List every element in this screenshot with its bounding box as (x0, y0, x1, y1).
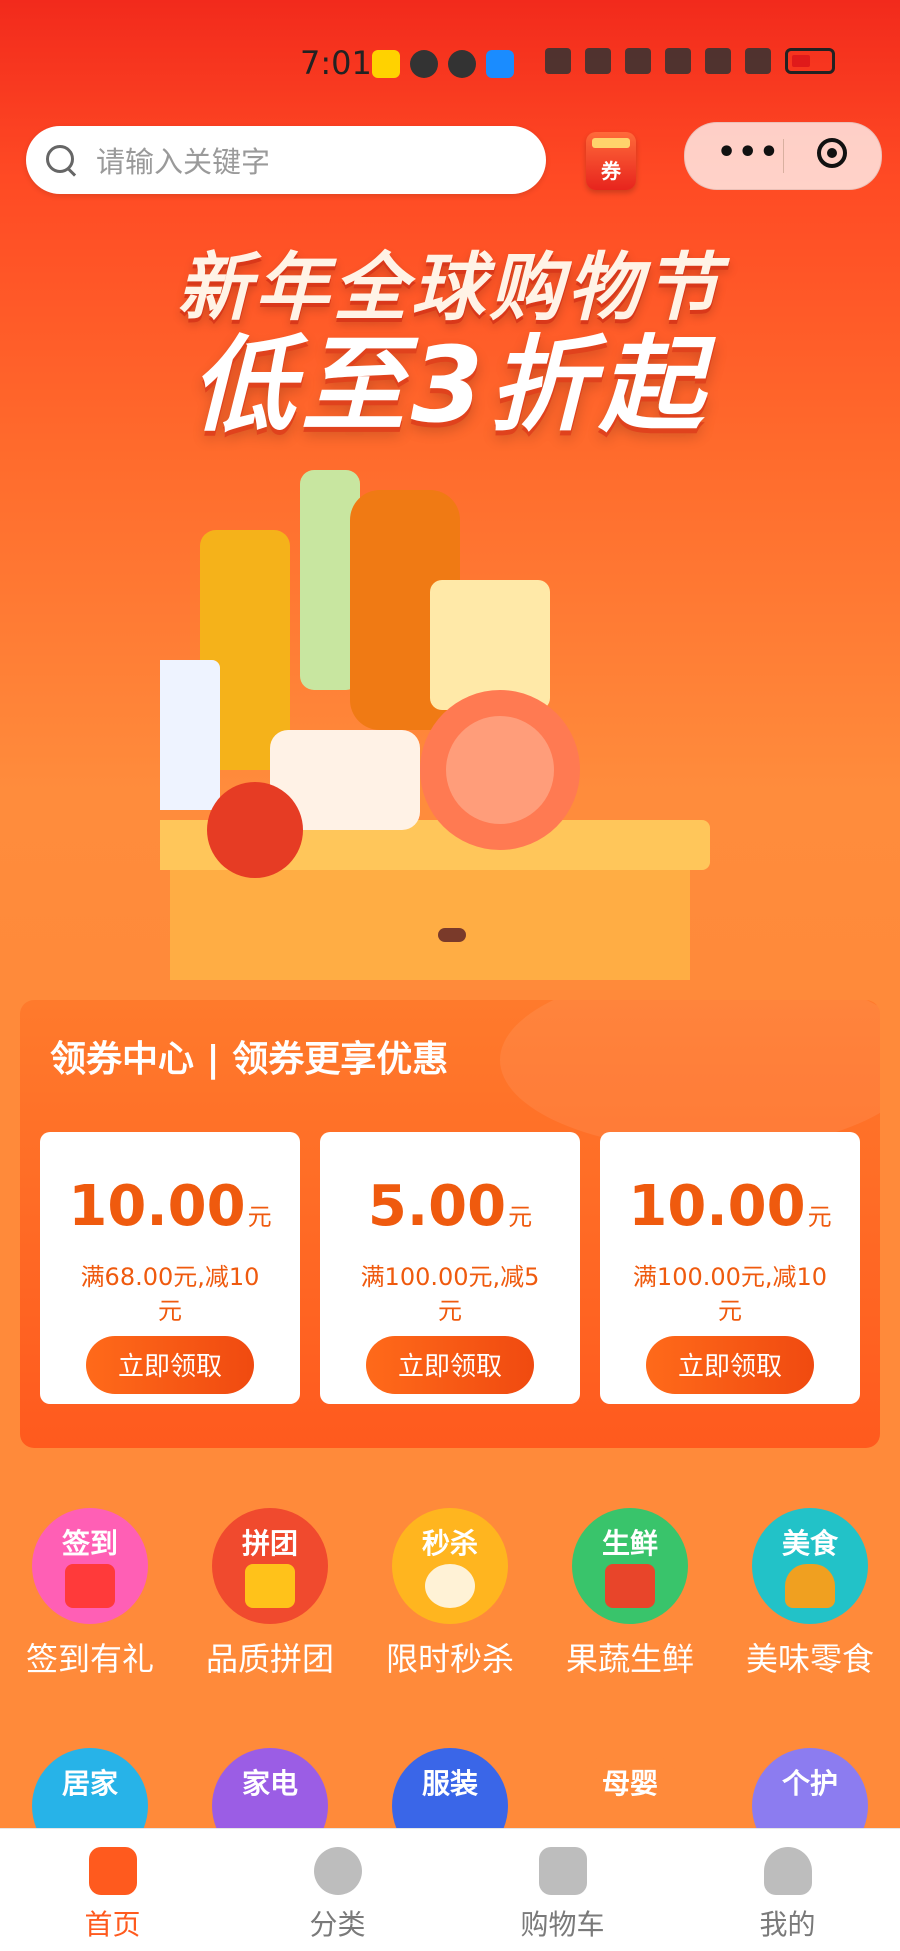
home-icon (88, 1847, 137, 1895)
tab-label: 分类 (309, 1908, 366, 1941)
tab-category[interactable]: 分类 (225, 1829, 450, 1951)
coupon-unit: 元 (247, 1203, 272, 1231)
more-icon[interactable]: ••• (717, 138, 781, 168)
coupon-condition: 满68.00元,减10元 (80, 1263, 260, 1325)
coupon-unit: 元 (508, 1203, 533, 1231)
signal-4g-icon (705, 48, 731, 74)
category-badge: 居家 (61, 1767, 118, 1800)
tab-home[interactable]: 首页 (0, 1829, 225, 1951)
category-badge: 签到 (61, 1527, 118, 1560)
category-group-buy[interactable]: 拼团 品质拼团 (180, 1508, 360, 1680)
profile-icon (763, 1847, 812, 1895)
alarm-clock-icon (425, 1564, 475, 1608)
category-checkin[interactable]: 签到 签到有礼 (0, 1508, 180, 1680)
coupon-center-decoration (500, 1000, 880, 1150)
capsule-divider (783, 139, 784, 173)
coupon-amount: 10.00元 (600, 1174, 860, 1239)
bluetooth-icon (585, 48, 611, 74)
mini-program-capsule: ••• (684, 122, 882, 190)
category-label: 限时秒杀 (385, 1640, 514, 1678)
coupon-condition: 满100.00元,减10元 (632, 1263, 828, 1325)
gift-icon (65, 1564, 115, 1608)
tab-profile[interactable]: 我的 (675, 1829, 900, 1951)
coupon-card: 10.00元 满68.00元,减10元 立即领取 (40, 1132, 300, 1404)
close-target-icon[interactable] (817, 138, 847, 168)
flash-sale-icon: 秒杀 (392, 1508, 508, 1624)
hero-banner: 7:01 请输入关键字 券 ••• 新年全球购物节 低至3折起 (0, 0, 900, 990)
coupon-amount: 10.00元 (40, 1174, 300, 1239)
notification-icons (372, 50, 514, 78)
coupon-card: 5.00元 满100.00元,减5元 立即领取 (320, 1132, 580, 1404)
tab-cart[interactable]: 购物车 (450, 1829, 675, 1951)
food-icon: 美食 (752, 1508, 868, 1624)
wifi-icon (665, 48, 691, 74)
app-icon (410, 50, 438, 78)
coupon-amount-value: 10.00 (68, 1174, 246, 1239)
category-badge: 服装 (421, 1767, 478, 1800)
coupon-unit: 元 (807, 1203, 832, 1231)
category-label: 品质拼团 (205, 1640, 334, 1678)
category-label: 果蔬生鲜 (565, 1640, 694, 1678)
category-badge: 母婴 (601, 1767, 658, 1800)
banner-subtitle: 低至3折起 (190, 324, 710, 446)
coupon-button-label: 券 (601, 159, 621, 183)
shopping-bag-icon (245, 1564, 295, 1608)
category-badge: 拼团 (241, 1527, 298, 1560)
search-icon (44, 143, 78, 177)
status-bar: 7:01 (0, 40, 900, 90)
basket-body (170, 870, 690, 980)
shopping-basket-image (160, 470, 710, 980)
claim-coupon-button[interactable]: 立即领取 (646, 1336, 814, 1394)
group-buy-icon: 拼团 (212, 1508, 328, 1624)
category-badge: 个护 (781, 1767, 838, 1800)
vegetables-icon (605, 1564, 655, 1608)
banner-indicator (438, 928, 466, 942)
grapefruit-flesh (446, 716, 554, 824)
coupon-center: 领券中心 | 领券更享优惠 10.00元 满68.00元,减10元 立即领取 5… (20, 1000, 880, 1448)
category-flash-sale[interactable]: 秒杀 限时秒杀 (360, 1508, 540, 1680)
claim-coupon-button[interactable]: 立即领取 (366, 1336, 534, 1394)
category-snacks[interactable]: 美食 美味零食 (720, 1508, 900, 1680)
signal-5g-icon (745, 48, 771, 74)
category-badge: 家电 (241, 1767, 298, 1800)
tab-label: 购物车 (520, 1908, 605, 1941)
coupon-button[interactable]: 券 (586, 132, 636, 190)
category-badge: 生鲜 (601, 1527, 658, 1560)
milk-powder-can (430, 580, 550, 710)
battery-icon (785, 48, 835, 74)
category-label: 签到有礼 (25, 1640, 154, 1678)
category-badge: 美食 (781, 1527, 838, 1560)
coupon-amount: 5.00元 (320, 1174, 580, 1239)
milk-carton (160, 660, 220, 810)
tab-label: 首页 (84, 1908, 141, 1941)
coupon-amount-value: 5.00 (367, 1174, 507, 1239)
category-badge: 秒杀 (421, 1527, 478, 1560)
coupon-card: 10.00元 满100.00元,减10元 立即领取 (600, 1132, 860, 1404)
meituan-icon (372, 50, 400, 78)
status-time: 7:01 (300, 44, 372, 82)
message-icon (448, 50, 476, 78)
nfc-icon (545, 48, 571, 74)
checkin-icon: 签到 (32, 1508, 148, 1624)
search-placeholder: 请输入关键字 (96, 145, 271, 179)
category-label: 美味零食 (745, 1640, 874, 1678)
tab-label: 我的 (759, 1908, 816, 1941)
coupon-condition: 满100.00元,减5元 (360, 1263, 540, 1325)
coupon-center-title: 领券中心 | 领券更享优惠 (50, 1039, 449, 1080)
mute-icon (625, 48, 651, 74)
category-fresh[interactable]: 生鲜 果蔬生鲜 (540, 1508, 720, 1680)
claim-coupon-button[interactable]: 立即领取 (86, 1336, 254, 1394)
search-input[interactable]: 请输入关键字 (26, 126, 546, 194)
burger-icon (785, 1564, 835, 1608)
location-icon (486, 50, 514, 78)
tomato (207, 782, 303, 878)
cart-icon (538, 1847, 587, 1895)
fresh-icon: 生鲜 (572, 1508, 688, 1624)
category-row: 签到 签到有礼 拼团 品质拼团 秒杀 限时秒杀 生鲜 果蔬生鲜 美食 美味零食 (0, 1508, 900, 1678)
coupon-amount-value: 10.00 (628, 1174, 806, 1239)
category-icon (313, 1847, 362, 1895)
system-icons (545, 48, 835, 74)
bottom-tab-bar: 首页 分类 购物车 我的 (0, 1828, 900, 1951)
